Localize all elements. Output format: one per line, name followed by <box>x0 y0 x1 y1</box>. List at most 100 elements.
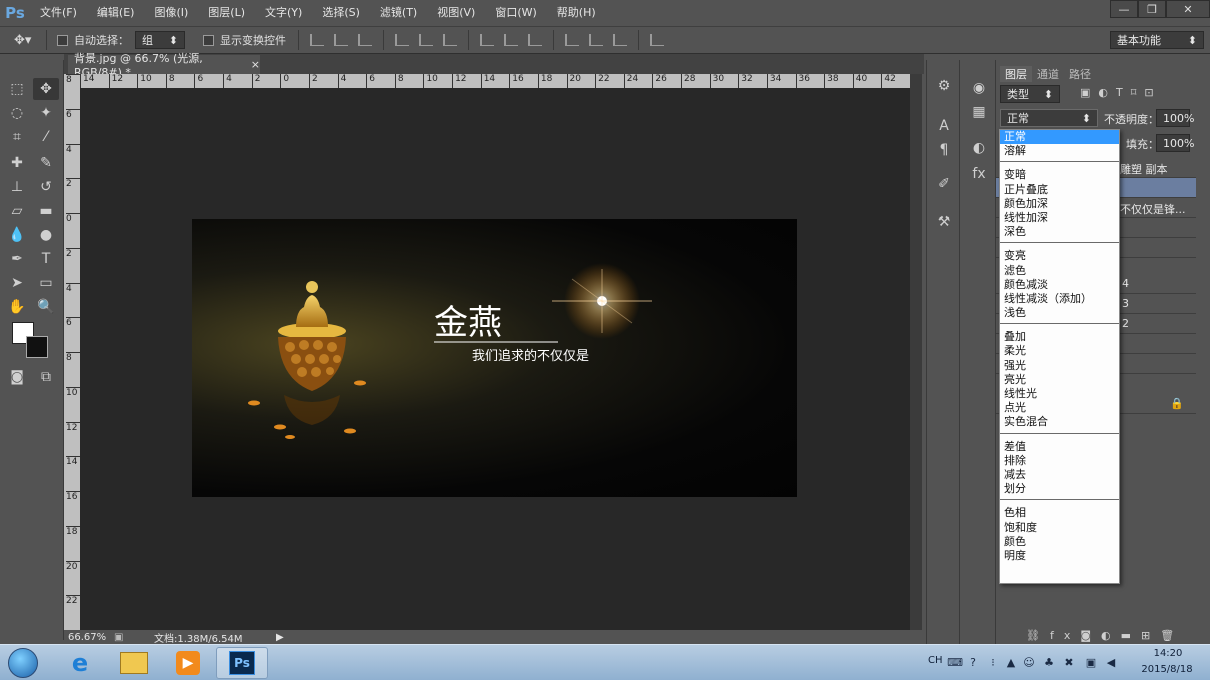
blend-soft-light[interactable]: 柔光 <box>1000 344 1119 358</box>
distribute-left-icon[interactable] <box>565 34 579 46</box>
pen-tool-icon[interactable]: ✒ <box>4 248 30 270</box>
start-button[interactable] <box>0 647 46 679</box>
menu-image[interactable]: 图像(I) <box>144 0 198 26</box>
auto-select-dropdown[interactable]: 组 ⬍ <box>135 31 185 49</box>
type-tool-icon[interactable]: T <box>33 248 59 270</box>
menu-file[interactable]: 文件(F) <box>30 0 87 26</box>
blur-tool-icon[interactable]: 💧 <box>4 224 30 246</box>
align-vcenter-icon[interactable] <box>334 34 348 46</box>
background-color-swatch[interactable] <box>26 336 48 358</box>
history-brush-tool-icon[interactable]: ↺ <box>33 176 59 198</box>
auto-select-checkbox[interactable] <box>57 34 68 46</box>
blend-lighter-color[interactable]: 浅色 <box>1000 306 1119 320</box>
blend-lighten[interactable]: 变亮 <box>1000 249 1119 263</box>
zoom-tool-icon[interactable]: 🔍 <box>33 296 59 318</box>
layer-filter-icons[interactable]: ▣◐T⌑⊡ <box>1080 86 1162 99</box>
distribute-vcenter-icon[interactable] <box>504 34 518 46</box>
menu-window[interactable]: 窗口(W) <box>485 0 546 26</box>
align-left-icon[interactable] <box>395 34 409 46</box>
blend-divide[interactable]: 划分 <box>1000 482 1119 496</box>
blend-saturation[interactable]: 饱和度 <box>1000 521 1119 535</box>
fill-input[interactable]: 100% <box>1156 134 1194 152</box>
workspace-switcher[interactable]: 基本功能 ⬍ <box>1110 31 1204 49</box>
healing-brush-tool-icon[interactable]: ✚ <box>4 152 30 174</box>
dodge-tool-icon[interactable]: ● <box>33 224 59 246</box>
auto-align-icon[interactable] <box>650 34 664 46</box>
stamp-tool-icon[interactable]: ⊥ <box>4 176 30 198</box>
tab-paths[interactable]: 路径 <box>1064 66 1096 82</box>
move-tool-icon[interactable]: ✥ <box>33 78 59 100</box>
menu-select[interactable]: 选择(S) <box>312 0 370 26</box>
restore-button[interactable]: ❐ <box>1138 0 1166 18</box>
blend-linear-light[interactable]: 线性光 <box>1000 387 1119 401</box>
panel-styles-icon[interactable]: fx <box>968 164 990 184</box>
quick-mask-icon[interactable]: ◙ <box>4 366 30 388</box>
zoom-level[interactable]: 66.67% <box>68 632 114 643</box>
taskbar-media[interactable]: ▶ <box>162 647 214 679</box>
close-button[interactable]: ✕ <box>1166 0 1210 18</box>
blend-difference[interactable]: 差值 <box>1000 440 1119 454</box>
volume-icon[interactable]: ◀ <box>1104 655 1118 669</box>
tray-expand-icon[interactable]: ▲ <box>1004 655 1018 669</box>
panel-character-icon[interactable]: A <box>933 116 955 136</box>
menu-type[interactable]: 文字(Y) <box>255 0 312 26</box>
menu-edit[interactable]: 编辑(E) <box>87 0 145 26</box>
crop-tool-icon[interactable]: ⌗ <box>4 126 30 148</box>
blend-darken[interactable]: 变暗 <box>1000 168 1119 182</box>
blend-subtract[interactable]: 减去 <box>1000 468 1119 482</box>
blend-linear-dodge[interactable]: 线性减淡（添加） <box>1000 292 1119 306</box>
app-logo[interactable]: Ps <box>0 0 30 26</box>
qq-icon[interactable]: ♣ <box>1042 655 1056 669</box>
panel-history-icon[interactable]: ◉ <box>968 78 990 98</box>
network-icon[interactable]: ▣ <box>1084 655 1098 669</box>
input-language[interactable]: CH <box>928 655 943 666</box>
vertical-scrollbar[interactable] <box>910 74 922 630</box>
blend-multiply[interactable]: 正片叠底 <box>1000 183 1119 197</box>
menu-help[interactable]: 帮助(H) <box>547 0 606 26</box>
panel-adjustments-icon[interactable]: ◐ <box>968 138 990 158</box>
tab-channels[interactable]: 通道 <box>1032 66 1064 82</box>
menu-filter[interactable]: 滤镜(T) <box>370 0 427 26</box>
blend-overlay[interactable]: 叠加 <box>1000 330 1119 344</box>
magic-wand-tool-icon[interactable]: ✦ <box>33 102 59 124</box>
help-icon[interactable]: ? <box>966 655 980 669</box>
panel-paragraph-icon[interactable]: ¶ <box>933 140 955 160</box>
tray-settings-icon[interactable]: ⁝ <box>986 655 1000 669</box>
blend-color-burn[interactable]: 颜色加深 <box>1000 197 1119 211</box>
user-icon[interactable]: ☺ <box>1022 655 1036 669</box>
eraser-tool-icon[interactable]: ▱ <box>4 200 30 222</box>
hand-tool-icon[interactable]: ✋ <box>4 296 30 318</box>
move-tool-preset-icon[interactable]: ✥▾ <box>14 33 40 48</box>
gradient-tool-icon[interactable]: ▬ <box>33 200 59 222</box>
brush-tool-icon[interactable]: ✎ <box>33 152 59 174</box>
blend-pin-light[interactable]: 点光 <box>1000 401 1119 415</box>
blend-hard-mix[interactable]: 实色混合 <box>1000 415 1119 429</box>
eyedropper-tool-icon[interactable]: ⁄ <box>33 126 59 148</box>
distribute-top-icon[interactable] <box>480 34 494 46</box>
security-icon[interactable]: ✖ <box>1062 655 1076 669</box>
blend-darker-color[interactable]: 深色 <box>1000 225 1119 239</box>
blend-screen[interactable]: 滤色 <box>1000 264 1119 278</box>
tab-close-icon[interactable]: × <box>251 58 260 71</box>
blend-vivid-light[interactable]: 亮光 <box>1000 373 1119 387</box>
marquee-tool-icon[interactable]: ⬚ <box>4 78 30 100</box>
blend-dissolve[interactable]: 溶解 <box>1000 144 1119 158</box>
panel-brush-icon[interactable]: ✐ <box>933 174 955 194</box>
document-tab[interactable]: 背景.jpg @ 66.7% (光源, RGB/8#) * × <box>68 52 260 79</box>
blend-hard-light[interactable]: 强光 <box>1000 359 1119 373</box>
taskbar-photoshop[interactable]: Ps <box>216 647 268 679</box>
align-hcenter-icon[interactable] <box>419 34 433 46</box>
distribute-bottom-icon[interactable] <box>528 34 542 46</box>
panel-3d-icon[interactable]: ⚙ <box>933 76 955 96</box>
blend-hue[interactable]: 色相 <box>1000 506 1119 520</box>
show-transform-checkbox[interactable] <box>203 34 214 46</box>
blend-linear-burn[interactable]: 线性加深 <box>1000 211 1119 225</box>
screen-mode-icon[interactable]: ⧉ <box>33 366 59 388</box>
blend-exclusion[interactable]: 排除 <box>1000 454 1119 468</box>
keyboard-icon[interactable]: ⌨ <box>947 655 963 669</box>
document-image[interactable]: 金燕 我们追求的不仅仅是 <box>192 219 797 497</box>
minimize-button[interactable]: — <box>1110 0 1138 18</box>
taskbar-ie[interactable]: e <box>54 647 106 679</box>
menu-view[interactable]: 视图(V) <box>427 0 485 26</box>
align-right-icon[interactable] <box>443 34 457 46</box>
